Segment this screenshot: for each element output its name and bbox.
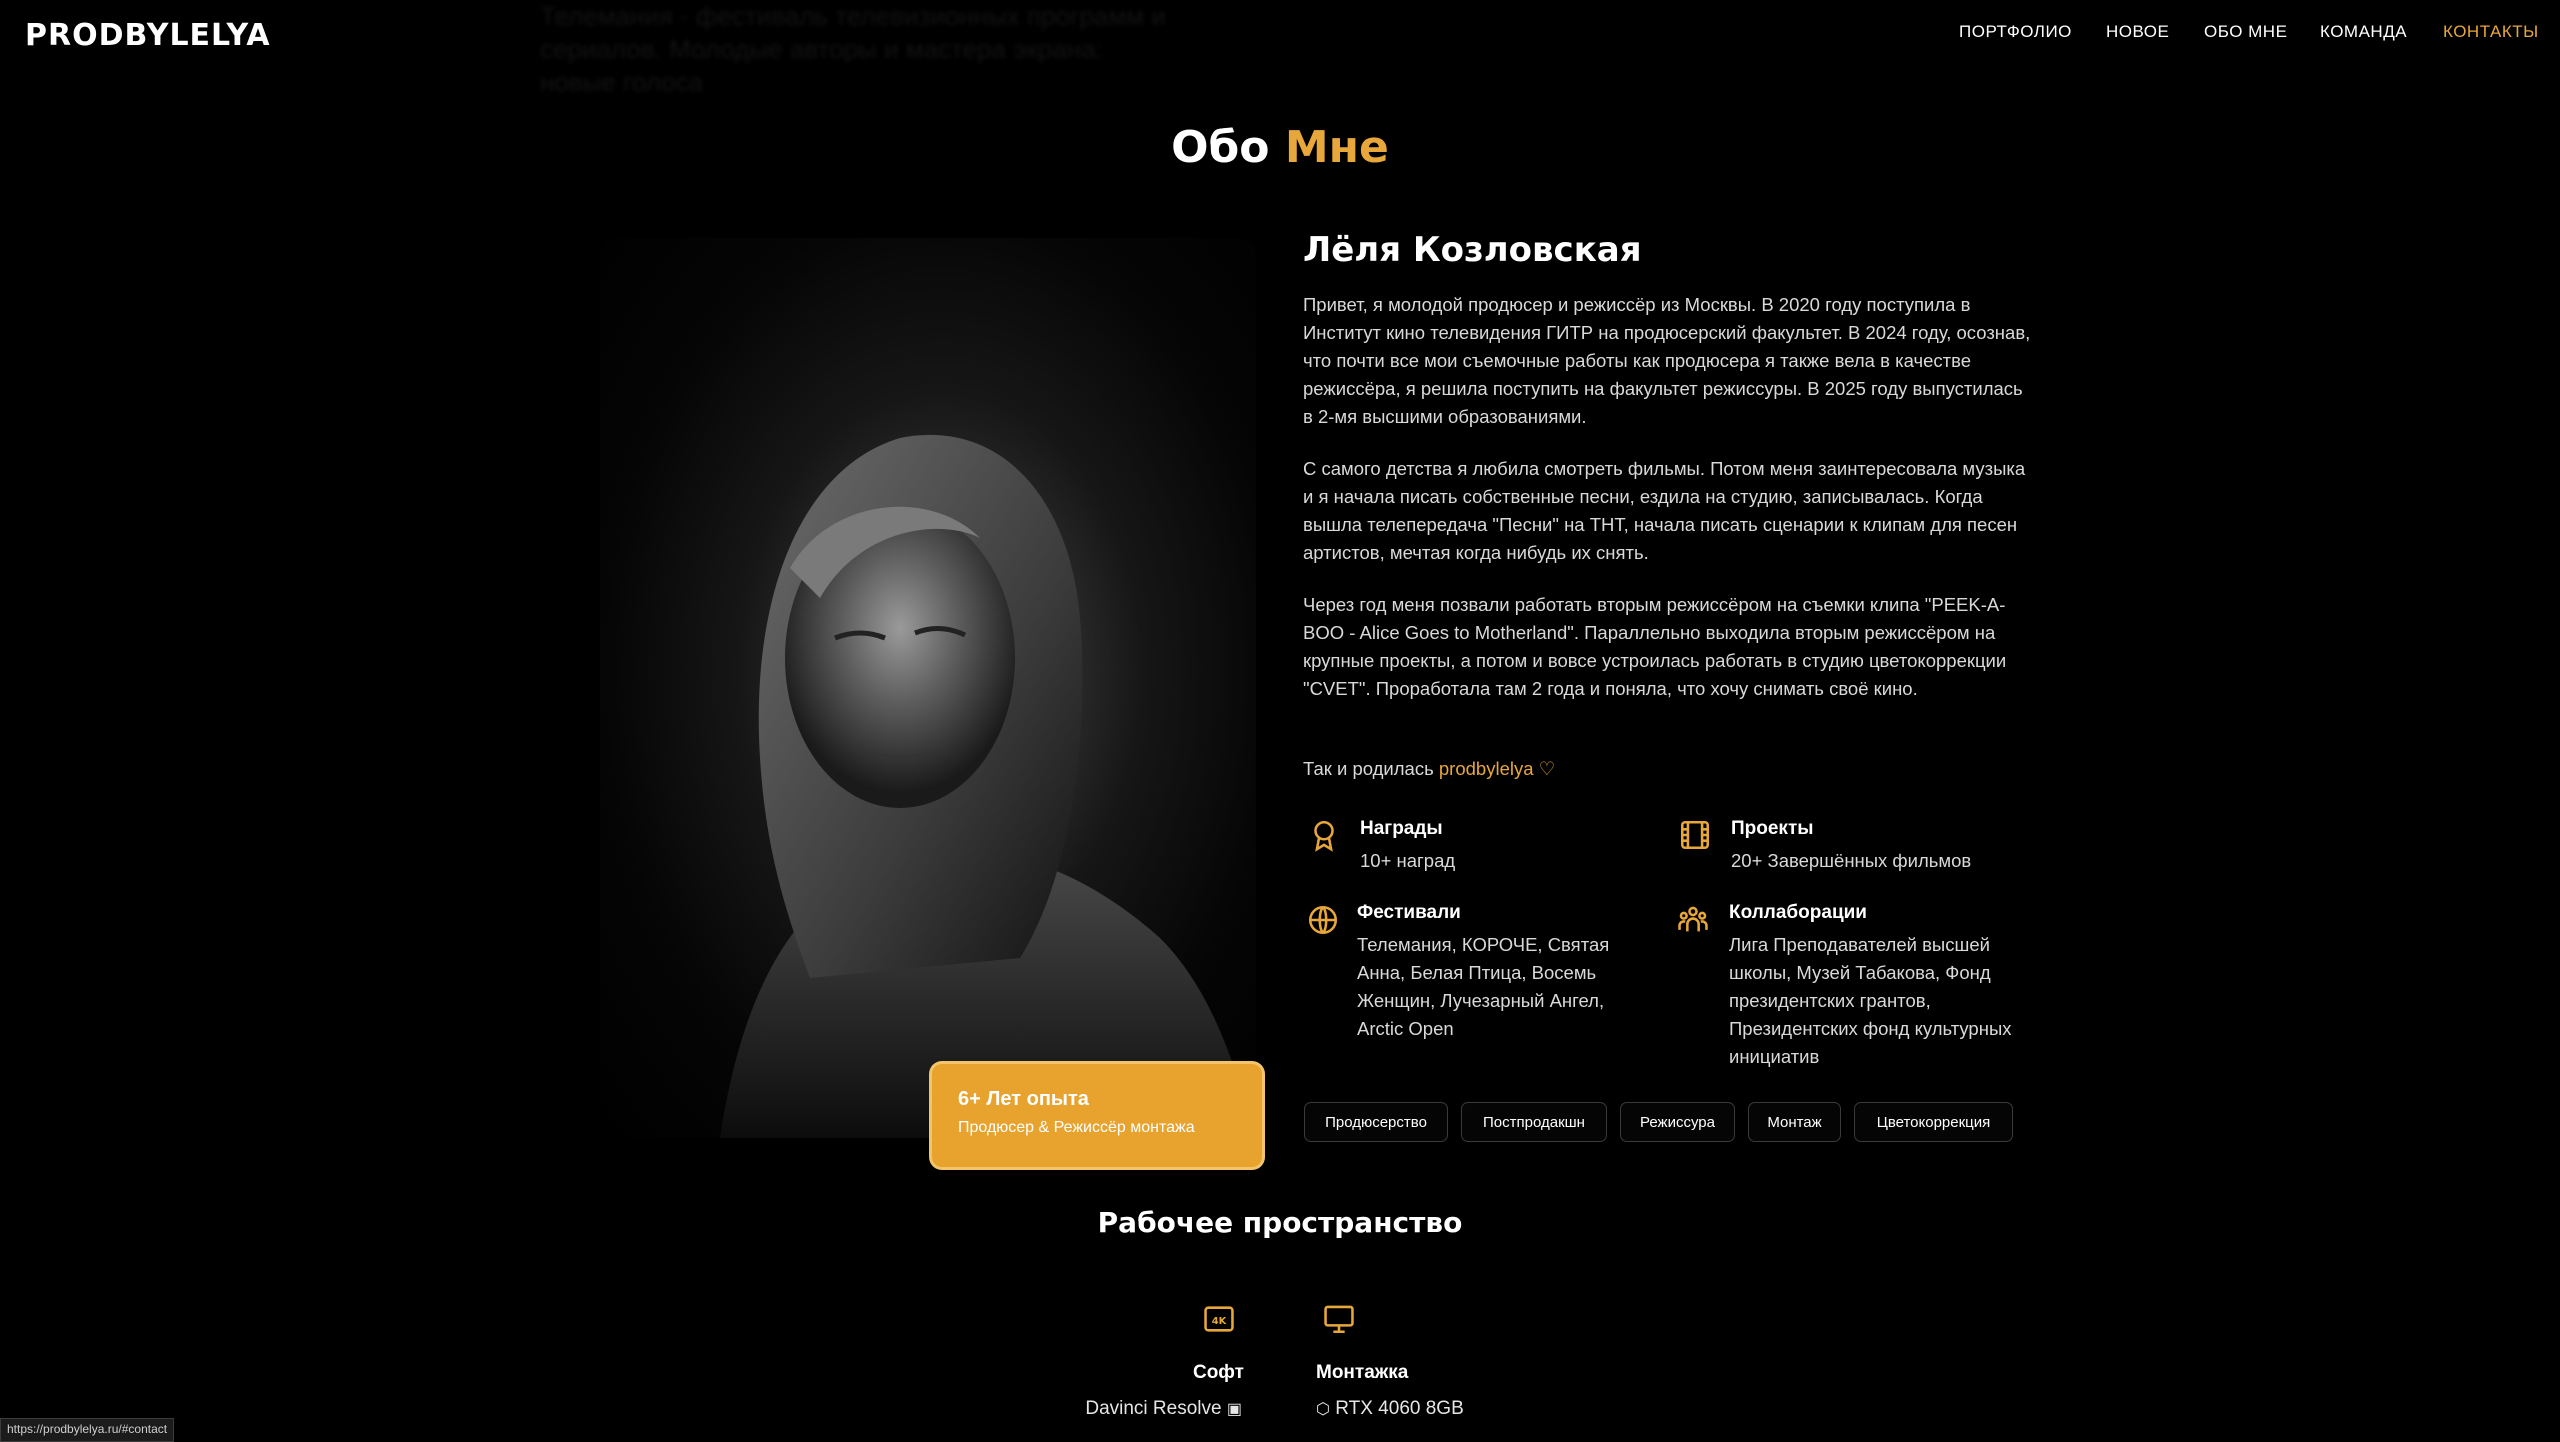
born-line: Так и родилась prodbylelya ♡ [1303, 755, 2033, 783]
experience-card: 6+ Лет опыта Продюсер & Режиссёр монтажа [932, 1064, 1262, 1167]
born-text: Так и родилась [1303, 758, 1434, 779]
tag-postproduction[interactable]: Постпродакшн [1461, 1102, 1607, 1142]
stat-collabs-title: Коллаборации [1729, 902, 1867, 923]
monitor-icon [1322, 1302, 1356, 1341]
svg-text:4K: 4K [1212, 1316, 1227, 1327]
tag-production[interactable]: Продюсерство [1304, 1102, 1448, 1142]
stat-festivals-title: Фестивали [1357, 902, 1461, 923]
stat-projects-text: 20+ Завершённых фильмов [1731, 850, 1972, 871]
nav-portfolio[interactable]: ПОРТФОЛИО [1959, 22, 2072, 42]
main-nav: ПОРТФОЛИО НОВОЕ ОБО МНЕ КОМАНДА КОНТАКТЫ [0, 22, 2560, 46]
section-title-part2: Мне [1284, 122, 1389, 173]
montage-item-label: RTX 4060 8GB [1335, 1398, 1464, 1419]
nav-new[interactable]: НОВОЕ [2106, 22, 2169, 42]
globe-icon [1306, 903, 1340, 942]
award-icon [1307, 818, 1341, 857]
tag-color-grading[interactable]: Цветокоррекция [1854, 1102, 2013, 1142]
stat-collabs-text: Лига Преподавателей высшей школы, Музей … [1729, 934, 2012, 1067]
stat-projects-title: Проекты [1731, 818, 1814, 839]
experience-title: 6+ Лет опыта [958, 1088, 1089, 1110]
soft-title: Софт [1192, 1362, 1244, 1383]
section-title-part1: Обо [1171, 122, 1270, 173]
montage-title: Монтажка [1316, 1362, 1409, 1383]
soft-item: Davinci Resolve ▣ [1020, 1398, 1242, 1420]
person-name: Лёля Козловская [1303, 230, 1642, 270]
soft-item-label: Davinci Resolve [1085, 1398, 1222, 1419]
nav-about[interactable]: ОБО МНЕ [2204, 22, 2287, 42]
stat-awards-title: Награды [1360, 818, 1443, 839]
stat-awards-text: 10+ наград [1360, 850, 1456, 871]
bio-paragraph-3: Через год меня позвали работать вторым р… [1303, 594, 2007, 699]
stat-festivals-text: Телемания, КОРОЧЕ, Святая Анна, Белая Пт… [1357, 934, 1610, 1039]
app-icon: ▣ [1226, 1401, 1242, 1418]
heart-icon: ♡ [1538, 758, 1556, 779]
bio-paragraph-1: Привет, я молодой продюсер и режиссёр из… [1303, 294, 2031, 427]
workspace-title: Рабочее пространство [1097, 1206, 1463, 1239]
montage-item: ⬡ RTX 4060 8GB [1316, 1398, 1464, 1420]
experience-subtitle: Продюсер & Режиссёр монтажа [958, 1119, 1195, 1136]
film-icon [1678, 818, 1712, 857]
tag-editing[interactable]: Монтаж [1748, 1102, 1841, 1142]
faded-background-text: Телемания - фестиваль телевизионных прог… [540, 1, 1166, 97]
brand-link[interactable]: prodbylelya [1439, 758, 1534, 779]
chip-icon: ⬡ [1316, 1401, 1330, 1418]
nav-contacts[interactable]: КОНТАКТЫ [2443, 22, 2539, 42]
tag-directing[interactable]: Режиссура [1620, 1102, 1735, 1142]
4k-icon: 4K [1202, 1302, 1236, 1341]
nav-team[interactable]: КОМАНДА [2320, 22, 2407, 42]
portrait-photo [600, 238, 1256, 1138]
bio-paragraph-2: С самого детства я любила смотреть фильм… [1303, 458, 2026, 563]
browser-status-bar: https://prodbylelya.ru/#contact [0, 1418, 175, 1442]
users-icon [1676, 903, 1710, 942]
section-title: Обо Мне [0, 122, 2560, 173]
